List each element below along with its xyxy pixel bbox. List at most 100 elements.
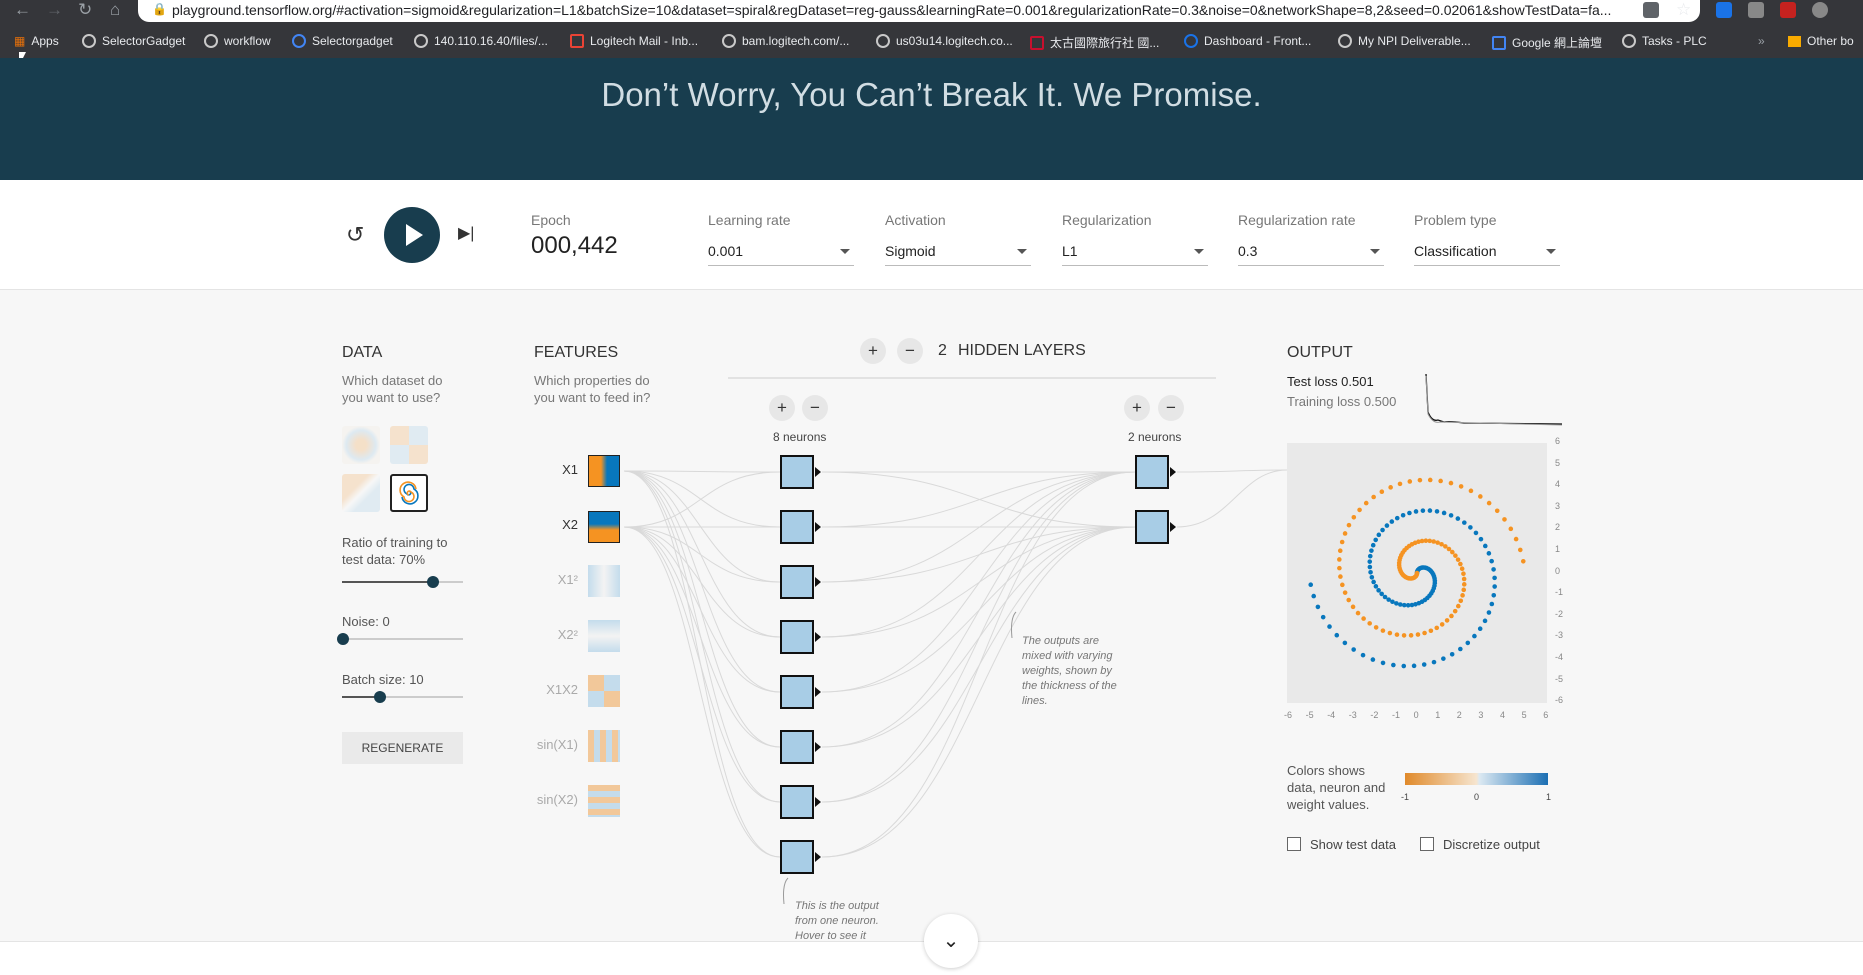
neuron[interactable] <box>780 675 821 709</box>
neuron[interactable] <box>780 565 821 599</box>
data-point <box>1477 626 1483 632</box>
data-point <box>1367 553 1373 559</box>
data-point <box>1337 548 1343 554</box>
data-point <box>1439 622 1445 627</box>
remove-neuron-layer2-button[interactable]: − <box>1158 395 1184 421</box>
x-tick-label: 6 <box>1543 710 1549 720</box>
data-point <box>1468 488 1474 494</box>
data-point <box>1367 559 1373 564</box>
data-point <box>1394 632 1400 637</box>
data-point <box>1421 662 1427 667</box>
data-point <box>1388 485 1393 490</box>
output-heatmap[interactable] <box>1287 443 1547 703</box>
data-point <box>1360 652 1366 658</box>
data-point <box>1413 509 1419 514</box>
data-point <box>1379 591 1384 597</box>
data-point <box>1400 512 1406 518</box>
neuron[interactable] <box>780 730 821 764</box>
data-point <box>1320 614 1326 620</box>
data-point <box>1456 603 1461 609</box>
data-point <box>1452 608 1458 614</box>
data-point <box>1384 523 1390 528</box>
y-tick-label: 6 <box>1555 436 1561 446</box>
neuron[interactable] <box>1135 455 1176 489</box>
data-point <box>1334 632 1340 638</box>
data-point <box>1401 663 1407 669</box>
data-point <box>1408 633 1414 638</box>
add-layer-button[interactable]: + <box>860 338 886 364</box>
data-point <box>1401 602 1407 608</box>
data-point <box>1337 565 1342 571</box>
data-point <box>1492 584 1497 589</box>
data-point <box>1458 598 1464 604</box>
remove-layer-button[interactable]: − <box>897 338 923 364</box>
data-point <box>1342 531 1348 536</box>
data-point <box>1380 660 1386 666</box>
neuron[interactable] <box>1135 510 1176 544</box>
data-point <box>1373 625 1379 630</box>
data-point <box>1339 539 1345 545</box>
data-point <box>1337 557 1342 562</box>
neuron[interactable] <box>780 455 821 489</box>
data-point <box>1458 561 1463 567</box>
data-point <box>1434 509 1440 514</box>
add-neuron-layer1-button[interactable]: + <box>769 395 795 421</box>
data-point <box>1327 624 1332 629</box>
data-point <box>1465 640 1471 646</box>
color-scale-bar <box>1405 773 1548 785</box>
data-point <box>1389 519 1395 524</box>
data-point <box>1491 567 1496 572</box>
data-point <box>1380 628 1386 633</box>
data-point <box>1417 477 1423 483</box>
neuron[interactable] <box>780 840 821 874</box>
discretize-output-checkbox[interactable] <box>1420 837 1434 851</box>
data-point <box>1478 494 1483 499</box>
data-point <box>1461 571 1466 577</box>
data-point <box>1373 584 1379 589</box>
data-point <box>1459 566 1465 572</box>
remove-neuron-layer1-button[interactable]: − <box>802 395 828 421</box>
y-tick-label: -3 <box>1555 630 1564 641</box>
show-test-data-checkbox[interactable] <box>1287 837 1301 851</box>
data-point <box>1444 618 1450 623</box>
loss-chart <box>1425 373 1562 426</box>
data-point <box>1342 590 1348 595</box>
x-tick-label: -1 <box>1392 710 1401 720</box>
neuron[interactable] <box>780 785 821 819</box>
data-point <box>1460 593 1465 598</box>
y-tick-label: 2 <box>1555 522 1561 533</box>
training-loss: Training loss 0.500 <box>1287 394 1397 409</box>
spiral-data-plot <box>1308 477 1526 669</box>
data-point <box>1351 514 1357 520</box>
data-point <box>1369 548 1374 553</box>
data-point <box>1401 633 1407 638</box>
data-point <box>1370 657 1376 662</box>
data-point <box>1491 592 1497 598</box>
neuron[interactable] <box>780 620 821 654</box>
y-tick-label: 1 <box>1555 544 1561 554</box>
data-point <box>1363 500 1369 506</box>
data-point <box>1489 558 1494 564</box>
hidden-layers-label: HIDDEN LAYERS <box>958 342 1086 359</box>
data-point <box>1449 613 1454 619</box>
test-loss: Test loss 0.501 <box>1287 374 1374 389</box>
x-tick-label: 5 <box>1521 710 1527 720</box>
data-point <box>1382 594 1388 600</box>
weights-note: The outputs are mixed with varying weigh… <box>1022 635 1117 707</box>
data-point <box>1397 481 1403 487</box>
x-tick-label: 4 <box>1500 710 1506 720</box>
neuron[interactable] <box>780 510 821 544</box>
x-tick-label: -4 <box>1327 710 1336 720</box>
data-point <box>1342 640 1348 646</box>
x-tick-label: -2 <box>1370 710 1379 720</box>
scroll-down-button[interactable]: ⌄ <box>924 914 978 968</box>
data-point <box>1462 520 1467 525</box>
data-point <box>1431 659 1437 665</box>
y-tick-label: -2 <box>1555 608 1564 619</box>
data-point <box>1350 604 1356 610</box>
add-neuron-layer2-button[interactable]: + <box>1124 395 1150 421</box>
data-point <box>1415 632 1421 637</box>
data-point <box>1311 593 1317 599</box>
data-point <box>1438 478 1443 484</box>
data-point <box>1422 630 1427 636</box>
